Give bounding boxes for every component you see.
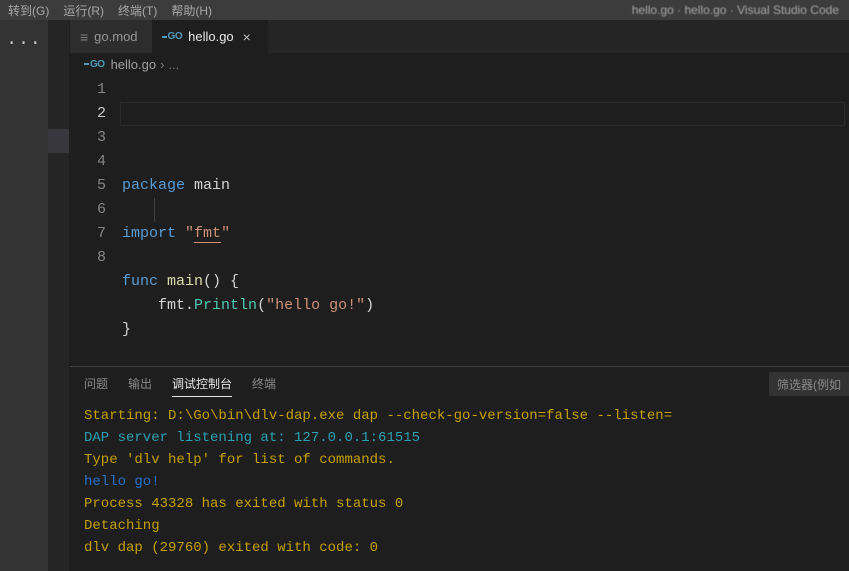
line-number: 2 [70,102,106,126]
menu-item[interactable]: 终端(T) [118,2,157,19]
debug-console-output[interactable]: Starting: D:\Go\bin\dlv-dap.exe dap --ch… [70,401,849,571]
tab-hello-go[interactable]: GO hello.go × [152,20,268,53]
main-area: ··· ≡ go.mod GO hello.go × GO hello.go ›… [0,20,849,571]
line-gutter: 12345678 [70,78,122,366]
code-line[interactable] [122,198,849,222]
editor-column: ≡ go.mod GO hello.go × GO hello.go › ...… [70,20,849,571]
code-line[interactable] [122,342,849,366]
code-content[interactable]: package main import "fmt" func main() { fm… [122,78,849,366]
panel-tab-bar: 问题 输出 调试控制台 终端 筛选器(例如 [70,367,849,401]
line-number: 4 [70,150,106,174]
breadcrumb[interactable]: GO hello.go › ... [70,53,849,75]
menu-item[interactable]: 运行(R) [63,2,104,19]
panel-tab-terminal[interactable]: 终端 [252,371,276,396]
tab-bar: ≡ go.mod GO hello.go × [70,20,849,53]
console-line: Detaching [84,515,849,537]
line-number: 5 [70,174,106,198]
go-file-icon: GO [162,31,183,42]
tab-label: go.mod [94,29,137,44]
code-line[interactable]: import "fmt" [122,222,849,246]
menu-bar: 转到(G) 运行(R) 终端(T) 帮助(H) hello.go · hello… [0,0,849,20]
sidebar-collapsed[interactable] [48,20,70,571]
file-icon: ≡ [80,29,88,45]
console-line: Starting: D:\Go\bin\dlv-dap.exe dap --ch… [84,405,849,427]
ellipsis-icon[interactable]: ··· [6,28,41,60]
menu-item[interactable]: 帮助(H) [171,2,212,19]
tab-label: hello.go [188,29,234,44]
console-line: Process 43328 has exited with status 0 [84,493,849,515]
tab-go-mod[interactable]: ≡ go.mod [70,20,152,53]
menu-item[interactable]: 转到(G) [8,2,49,19]
line-number: 8 [70,246,106,270]
code-line[interactable]: func main() { [122,270,849,294]
sidebar-selection [48,129,69,153]
go-file-icon: GO [84,59,105,70]
console-line: Type 'dlv help' for list of commands. [84,449,849,471]
activity-bar: ··· [0,20,48,571]
filter-input[interactable]: 筛选器(例如 [769,372,849,396]
code-line[interactable]: package main [122,174,849,198]
console-line: DAP server listening at: 127.0.0.1:61515 [84,427,849,449]
chevron-right-icon: › [160,57,164,72]
menu-items[interactable]: 转到(G) 运行(R) 终端(T) 帮助(H) [8,2,212,19]
line-number: 7 [70,222,106,246]
breadcrumb-file[interactable]: hello.go [111,57,157,72]
code-editor[interactable]: 12345678 package main import "fmt" func ma… [70,76,849,366]
code-line[interactable]: fmt.Println("hello go!") [122,294,849,318]
code-line[interactable] [122,246,849,270]
bottom-panel: 问题 输出 调试控制台 终端 筛选器(例如 Starting: D:\Go\bi… [70,366,849,571]
panel-tab-output[interactable]: 输出 [128,371,152,396]
code-line[interactable]: } [122,318,849,342]
console-line: hello go! [84,471,849,493]
line-number: 3 [70,126,106,150]
breadcrumb-tail[interactable]: ... [168,57,179,72]
indent-guide [154,198,155,222]
console-line: dlv dap (29760) exited with code: 0 [84,537,849,559]
line-number: 6 [70,198,106,222]
panel-tab-problems[interactable]: 问题 [84,371,108,396]
panel-tab-debug-console[interactable]: 调试控制台 [172,371,232,397]
close-icon[interactable]: × [240,29,254,45]
window-title: hello.go · hello.go · Visual Studio Code [632,3,849,17]
current-line-highlight [120,102,845,126]
line-number: 1 [70,78,106,102]
